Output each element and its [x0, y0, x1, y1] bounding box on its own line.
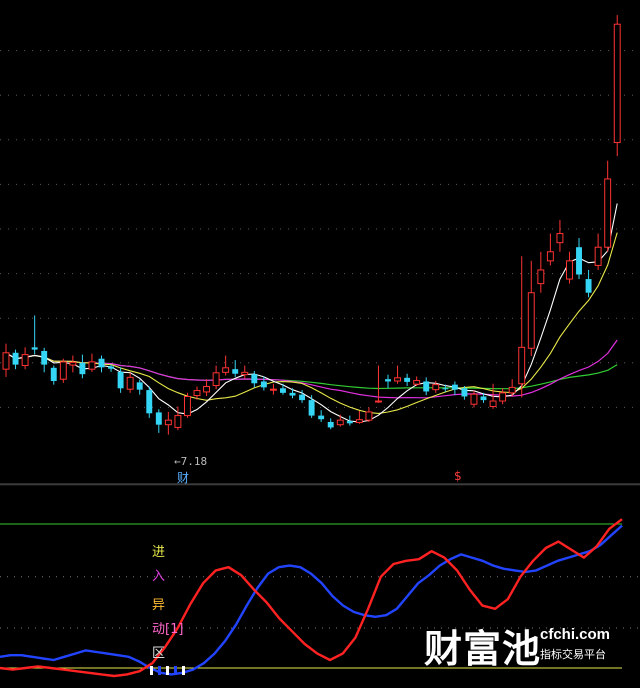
- candle-body: [241, 371, 249, 376]
- candle-body: [489, 400, 497, 407]
- candle-body: [98, 358, 105, 368]
- candle-body: [136, 382, 143, 390]
- osc-label-qu: 区: [152, 646, 166, 661]
- candle-body: [31, 347, 38, 350]
- chart-svg: [0, 15, 640, 678]
- candle-body: [12, 352, 19, 365]
- watermark-brand: 财富池: [424, 627, 542, 671]
- ma-green-line: [5, 352, 618, 390]
- candle-body: [251, 374, 258, 384]
- osc-label-yi: 异: [152, 598, 166, 613]
- candle-body: [108, 366, 115, 369]
- candle-body: [88, 361, 96, 370]
- osc-entry-tick: [174, 666, 177, 675]
- candle-body: [2, 352, 10, 370]
- cai-marker: 财: [177, 471, 190, 485]
- ma-white-line: [5, 203, 618, 423]
- candle-body: [346, 421, 353, 424]
- candle-body: [174, 415, 182, 428]
- candle-body: [404, 377, 411, 382]
- candle-body: [222, 367, 230, 373]
- candle-body: [327, 421, 334, 428]
- candle-body: [280, 388, 286, 393]
- osc-entry-tick: [158, 666, 161, 675]
- candle-body: [556, 233, 564, 244]
- candle-body: [212, 372, 220, 387]
- candle-body: [442, 388, 449, 390]
- candle-body: [50, 367, 57, 382]
- candle-body: [613, 23, 621, 144]
- min-price-value: 7.18: [180, 455, 208, 468]
- candle-body: [299, 394, 306, 401]
- candle-body: [423, 381, 430, 392]
- candle-body: [470, 393, 478, 405]
- candle-body: [126, 376, 134, 390]
- candle-body: [508, 386, 516, 394]
- candle-body: [79, 362, 86, 375]
- candle-body: [183, 395, 191, 417]
- candle-body: [499, 392, 507, 402]
- candle-body: [336, 419, 344, 426]
- s-marker: $: [454, 469, 462, 483]
- candle-body: [69, 361, 77, 366]
- osc-label-dong: 动[1]: [152, 622, 184, 637]
- candle-body: [480, 396, 487, 401]
- osc-label-jin: 进: [152, 545, 166, 560]
- candle-body: [432, 384, 440, 391]
- candle-body: [546, 251, 554, 262]
- ma-magenta-line: [5, 339, 618, 399]
- candle-body: [461, 388, 468, 397]
- candle-body: [355, 419, 363, 423]
- candle-body: [269, 388, 277, 391]
- candle-body: [117, 371, 124, 389]
- candle-body: [451, 384, 458, 390]
- candle-body: [365, 411, 373, 421]
- osc-entry-tick: [166, 666, 169, 675]
- candle-body: [146, 390, 153, 414]
- candle-body: [203, 385, 211, 393]
- candle-body: [413, 380, 421, 385]
- watermark-tagline: 指标交易平台: [540, 648, 606, 661]
- candle-body: [594, 246, 602, 266]
- osc-label-ru: 入: [152, 569, 166, 584]
- candle-body: [308, 400, 315, 416]
- candle-body: [518, 346, 526, 385]
- candle-body: [576, 247, 582, 275]
- ma-yellow-line: [5, 232, 618, 414]
- candle-body: [164, 419, 172, 426]
- candle-body: [527, 292, 535, 349]
- candle-body: [289, 392, 296, 396]
- candle-body: [385, 379, 391, 382]
- candle-body: [193, 390, 201, 397]
- candle-body: [41, 350, 48, 365]
- candle-body: [604, 178, 612, 248]
- osc-entry-tick: [182, 666, 185, 675]
- candle-body: [566, 260, 573, 280]
- candle-body: [260, 381, 267, 388]
- watermark-domain: cfchi.com: [540, 626, 611, 643]
- candle-body: [537, 269, 545, 285]
- candle-body: [585, 279, 592, 293]
- candle-body: [394, 377, 402, 382]
- candle-body: [375, 400, 382, 403]
- candle-body: [21, 354, 29, 367]
- chart-stage: ←7.18 财 $ 进 入 异 动[1] 区 财富池 cfchi.com 指标交…: [0, 0, 640, 688]
- candle-body: [155, 412, 162, 425]
- candle-body: [232, 369, 239, 374]
- min-price-label: ←7.18: [174, 455, 207, 468]
- min-price-arrow: ←: [174, 455, 181, 468]
- candle-body: [59, 361, 67, 380]
- candle-body: [318, 415, 325, 420]
- osc-entry-tick: [150, 666, 153, 675]
